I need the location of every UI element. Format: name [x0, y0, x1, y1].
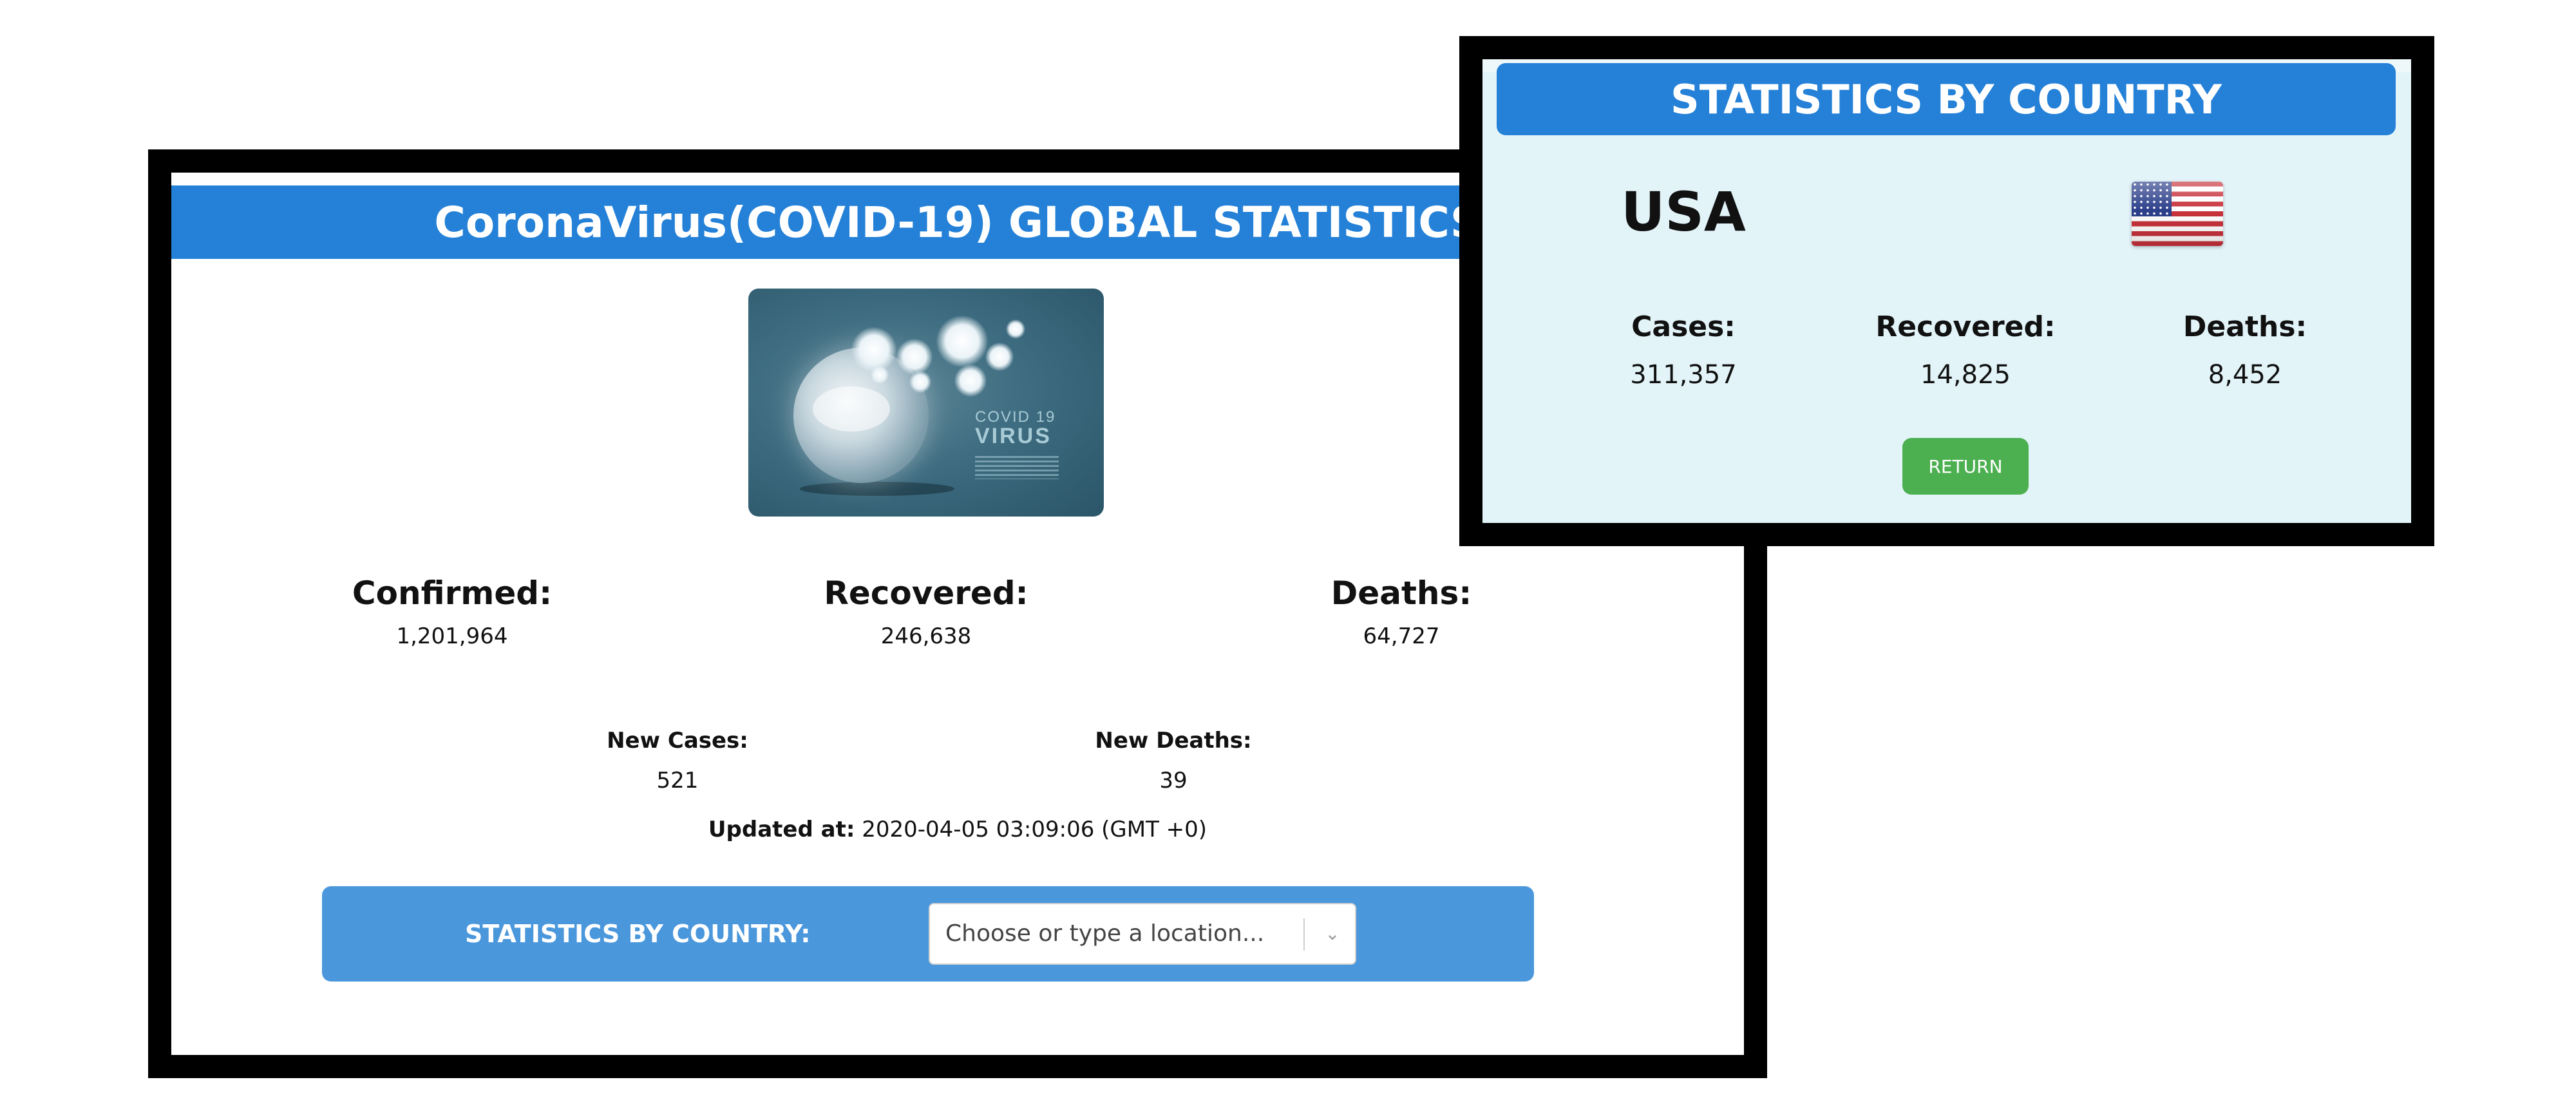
recovered-stat: Recovered: 246,638 — [824, 574, 1028, 649]
country-deaths-value: 8,452 — [2208, 360, 2282, 390]
virus-particle — [1006, 319, 1025, 339]
new-deaths-stat: New Deaths: 39 — [1095, 728, 1251, 793]
country-name: USA — [1621, 180, 1746, 243]
image-caption: COVID 19 VIRUS — [975, 410, 1059, 479]
cases-stat: Cases: 311,357 — [1630, 310, 1736, 390]
image-caption-line1: COVID 19 — [975, 408, 1056, 426]
country-stats-page: STATISTICS BY COUNTRY USA Cases: 311,357… — [1482, 59, 2411, 523]
virus-particle — [896, 339, 933, 375]
virus-particle — [909, 371, 931, 393]
new-deaths-label: New Deaths: — [1095, 728, 1252, 754]
confirmed-value: 1,201,964 — [396, 623, 508, 649]
country-deaths-stat: Deaths: 8,452 — [2183, 310, 2307, 390]
country-title: STATISTICS BY COUNTRY — [1497, 63, 2396, 135]
new-cases-value: 521 — [656, 768, 699, 793]
virus-particle — [871, 366, 889, 384]
recovered-value: 246,638 — [880, 623, 972, 649]
updated-value: 2020-04-05 03:09:06 (GMT +0) — [862, 817, 1208, 842]
select-divider — [1303, 918, 1305, 951]
confirmed-label: Confirmed: — [352, 574, 553, 612]
flag-gloss — [2132, 182, 2223, 246]
country-selector-label: STATISTICS BY COUNTRY: — [465, 920, 811, 948]
deaths-label: Deaths: — [1331, 574, 1472, 612]
virus-particle — [936, 316, 988, 367]
location-select-placeholder: Choose or type a location... — [945, 920, 1265, 947]
virus-particle — [851, 327, 896, 372]
cases-value: 311,357 — [1630, 360, 1737, 390]
new-cases-label: New Cases: — [607, 728, 748, 754]
confirmed-stat: Confirmed: 1,201,964 — [352, 574, 552, 649]
deaths-stat: Deaths: 64,727 — [1331, 574, 1472, 649]
deaths-value: 64,727 — [1363, 623, 1440, 649]
virus-particle — [985, 343, 1014, 371]
country-recovered-stat: Recovered: 14,825 — [1875, 310, 2055, 390]
new-cases-stat: New Cases: 521 — [607, 728, 748, 793]
us-flag-icon — [2132, 182, 2223, 246]
country-selector-bar: STATISTICS BY COUNTRY: Choose or type a … — [322, 886, 1534, 982]
image-caption-bars — [975, 456, 1059, 479]
country-recovered-value: 14,825 — [1920, 360, 2011, 390]
cases-label: Cases: — [1631, 310, 1736, 343]
updated-label: Updated at: — [708, 817, 855, 842]
location-select[interactable]: Choose or type a location... ⌄ — [929, 903, 1356, 965]
country-recovered-label: Recovered: — [1875, 310, 2056, 343]
recovered-label: Recovered: — [824, 574, 1028, 612]
new-deaths-value: 39 — [1159, 768, 1188, 793]
country-deaths-label: Deaths: — [2183, 310, 2307, 343]
updated-timestamp: Updated at: 2020-04-05 03:09:06 (GMT +0) — [171, 817, 1744, 842]
globe-shadow — [800, 482, 954, 496]
covid-virus-image: COVID 19 VIRUS — [748, 289, 1104, 517]
country-stats-window: STATISTICS BY COUNTRY USA Cases: 311,357… — [1459, 36, 2434, 546]
virus-particle — [954, 365, 987, 397]
return-button[interactable]: RETURN — [1902, 438, 2029, 495]
chevron-down-icon[interactable]: ⌄ — [1316, 904, 1349, 963]
image-caption-line2: VIRUS — [975, 424, 1052, 448]
